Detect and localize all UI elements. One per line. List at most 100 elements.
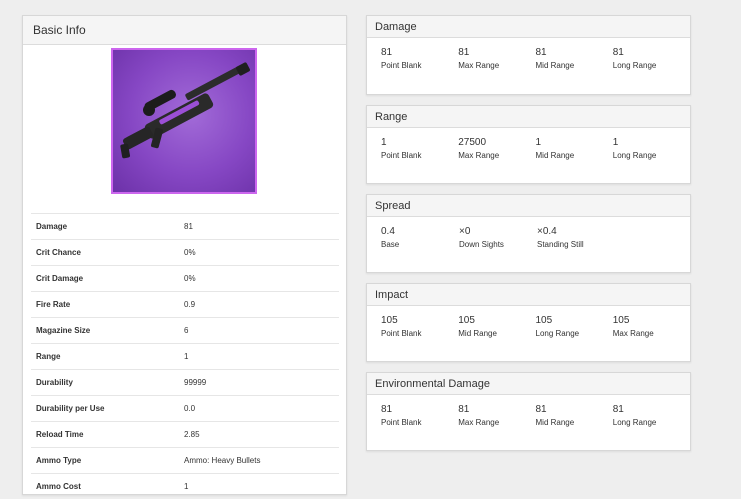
stat-row: Ammo Cost 1 <box>31 473 339 499</box>
field-label: Long Range <box>535 329 580 338</box>
stat-value: 0.9 <box>184 300 196 309</box>
field-label: Point Blank <box>381 151 422 160</box>
impact-title: Impact <box>375 288 409 301</box>
field-label: Base <box>381 240 400 249</box>
field-label: Point Blank <box>381 418 422 427</box>
stat-label: Range <box>36 352 61 361</box>
field-label: Mid Range <box>535 151 575 160</box>
sniper-rifle-icon <box>120 62 250 159</box>
stat-field: 1 Mid Range <box>536 137 613 160</box>
stat-field: 81 Long Range <box>613 47 690 70</box>
field-value: 81 <box>381 47 393 58</box>
stat-label: Magazine Size <box>36 326 91 335</box>
spread-header: Spread <box>367 195 690 217</box>
stat-label: Durability per Use <box>36 404 105 413</box>
stat-label: Crit Chance <box>36 248 81 257</box>
field-value: 81 <box>535 404 547 415</box>
stat-row: Fire Rate 0.9 <box>31 291 339 317</box>
stat-row: Durability per Use 0.0 <box>31 395 339 421</box>
environmental-damage-panel: Environmental Damage 81 Point Blank 81 Max … <box>366 372 691 451</box>
field-value: 105 <box>458 315 475 326</box>
stat-value: 2.85 <box>184 430 200 439</box>
field-value: 81 <box>381 404 393 415</box>
field-value: 81 <box>458 404 470 415</box>
basic-info-panel: Basic Info Damage 81 Crit Chance 0% Crit Dam… <box>22 15 347 495</box>
stat-row: Reload Time 2.85 <box>31 421 339 447</box>
range-title: Range <box>375 110 408 123</box>
field-label: Point Blank <box>381 61 422 70</box>
field-label: Max Range <box>458 418 500 427</box>
stat-field: 0.4 Base <box>381 226 459 249</box>
stat-field: 105 Mid Range <box>458 315 535 338</box>
field-value: 81 <box>612 404 624 415</box>
environmental-damage-title: Environmental Damage <box>375 377 490 390</box>
field-label: Mid Range <box>535 418 575 427</box>
stat-field: 105 Point Blank <box>381 315 458 338</box>
weapon-image <box>111 48 257 194</box>
field-value: 1 <box>612 137 619 148</box>
field-label: Max Range <box>458 151 500 160</box>
stat-field: ×0.4 Standing Still <box>537 226 615 249</box>
impact-fields: 105 Point Blank 105 Mid Range 105 Long Range 1… <box>367 306 690 338</box>
stat-field: 1 Long Range <box>613 137 690 160</box>
impact-header: Impact <box>367 284 690 306</box>
stat-label: Crit Damage <box>36 274 84 283</box>
stats-table: Damage 81 Crit Chance 0% Crit Damage 0% Fire R… <box>31 213 339 499</box>
environmental-damage-fields: 81 Point Blank 81 Max Range 81 Mid Range 81 Lon… <box>367 395 690 427</box>
field-value: ×0 <box>459 226 471 237</box>
stat-field: 105 Max Range <box>613 315 690 338</box>
stat-label: Ammo Cost <box>36 482 81 491</box>
stat-value: 81 <box>184 222 193 231</box>
spread-fields: 0.4 Base ×0 Down Sights ×0.4 Standing Still <box>367 217 690 249</box>
spread-panel: Spread 0.4 Base ×0 Down Sights ×0.4 Standing … <box>366 194 691 273</box>
field-label: Mid Range <box>458 329 497 338</box>
stat-value: 1 <box>184 482 189 491</box>
field-value: ×0.4 <box>537 226 557 237</box>
stat-label: Damage <box>36 222 68 231</box>
field-label: Down Sights <box>459 240 504 249</box>
stat-field: 81 Point Blank <box>381 404 458 427</box>
basic-info-header: Basic Info <box>23 16 346 45</box>
field-value: 27500 <box>458 137 487 148</box>
stat-row: Ammo Type Ammo: Heavy Bullets <box>31 447 339 473</box>
field-label: Point Blank <box>381 329 422 338</box>
field-value: 81 <box>612 47 624 58</box>
stat-value: 1 <box>184 352 189 361</box>
stat-field: 81 Long Range <box>613 404 690 427</box>
field-label: Long Range <box>612 61 657 70</box>
field-value: 0.4 <box>381 226 395 237</box>
stat-value: 0% <box>184 248 196 257</box>
damage-panel: Damage 81 Point Blank 81 Max Range 81 Mid Ran… <box>366 15 691 95</box>
spread-title: Spread <box>375 199 411 212</box>
damage-title: Damage <box>375 20 417 33</box>
stat-field: 81 Mid Range <box>536 47 613 70</box>
stat-row: Damage 81 <box>31 213 339 239</box>
range-header: Range <box>367 106 690 128</box>
field-label: Max Range <box>612 329 654 338</box>
field-label: Long Range <box>612 418 657 427</box>
field-label: Long Range <box>612 151 657 160</box>
stat-label: Ammo Type <box>36 456 82 465</box>
damage-fields: 81 Point Blank 81 Max Range 81 Mid Range 81 Lon… <box>367 38 690 70</box>
range-panel: Range 1 Point Blank 27500 Max Range 1 Mid Ran… <box>366 105 691 184</box>
stat-label: Fire Rate <box>36 300 71 309</box>
stat-value: 0% <box>184 274 196 283</box>
stat-value: 0.0 <box>184 404 196 413</box>
field-label: Max Range <box>458 61 500 70</box>
environmental-damage-header: Environmental Damage <box>367 373 690 395</box>
basic-info-title: Basic Info <box>33 23 86 37</box>
stat-field: 81 Mid Range <box>536 404 613 427</box>
field-label: Standing Still <box>537 240 584 249</box>
stat-row: Crit Chance 0% <box>31 239 339 265</box>
impact-panel: Impact 105 Point Blank 105 Mid Range 105 Long… <box>366 283 691 362</box>
field-value: 105 <box>535 315 553 326</box>
stat-field: 1 Point Blank <box>381 137 458 160</box>
stat-value: 6 <box>184 326 189 335</box>
field-value: 105 <box>381 315 398 326</box>
stat-label: Reload Time <box>36 430 84 439</box>
stat-field: ×0 Down Sights <box>459 226 537 249</box>
stat-row: Range 1 <box>31 343 339 369</box>
field-value: 1 <box>535 137 542 148</box>
field-value: 81 <box>535 47 547 58</box>
stat-field: 27500 Max Range <box>458 137 535 160</box>
